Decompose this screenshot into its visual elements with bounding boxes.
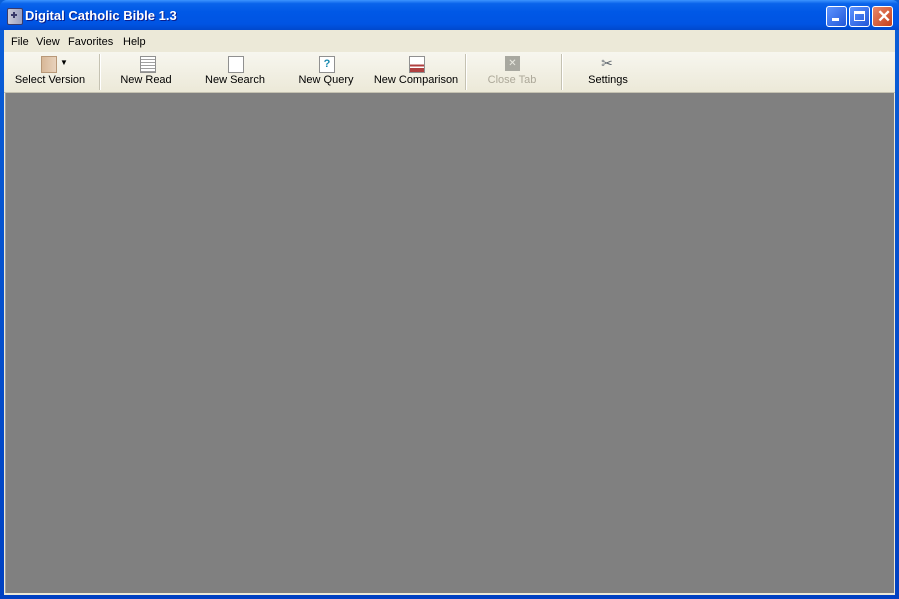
bible-app-icon[interactable] <box>7 8 23 25</box>
window-title: Digital Catholic Bible 1.3 <box>25 8 177 23</box>
close-button[interactable]: ✕ <box>872 6 893 27</box>
tools-icon: ✂ <box>601 55 613 71</box>
menu-favorites[interactable]: Favorites <box>68 36 113 48</box>
toolbar: ▼ Select Version New Read New Search ? N… <box>4 52 895 93</box>
menu-file[interactable]: File <box>11 36 29 48</box>
menu-view[interactable]: View <box>36 36 60 48</box>
maximize-icon <box>854 11 865 21</box>
new-query-button[interactable]: ? New Query <box>291 52 361 92</box>
new-search-button[interactable]: New Search <box>199 52 271 92</box>
menu-help[interactable]: Help <box>123 36 146 48</box>
close-tab-label: Close Tab <box>487 74 537 86</box>
minimize-button[interactable] <box>826 6 847 27</box>
workspace-area <box>5 93 894 593</box>
new-read-label: New Read <box>120 74 172 86</box>
client-area: File View Favorites Help ▼ Select Versio… <box>4 30 895 595</box>
new-read-button[interactable]: New Read <box>111 52 181 92</box>
settings-label: Settings <box>588 74 628 86</box>
document-icon <box>140 56 156 73</box>
question-icon: ? <box>319 56 335 73</box>
menu-bar: File View Favorites Help <box>4 30 895 52</box>
magnifier-icon <box>228 56 244 73</box>
minimize-icon <box>832 18 839 21</box>
settings-button[interactable]: ✂ Settings <box>574 52 642 92</box>
new-comparison-button[interactable]: New Comparison <box>372 52 460 92</box>
toolbar-separator <box>99 54 101 90</box>
compare-icon <box>409 56 425 73</box>
close-tab-button[interactable]: ✕ Close Tab <box>476 52 548 92</box>
toolbar-separator <box>465 54 467 90</box>
select-version-label: Select Version <box>14 74 86 86</box>
book-icon <box>41 56 57 73</box>
close-icon: ✕ <box>877 7 892 26</box>
new-query-label: New Query <box>298 74 354 86</box>
maximize-button[interactable] <box>849 6 870 27</box>
new-comparison-label: New Comparison <box>373 74 459 86</box>
app-window: Digital Catholic Bible 1.3 ✕ File View F… <box>0 0 899 599</box>
select-version-button[interactable]: ▼ Select Version <box>10 52 90 92</box>
title-bar[interactable]: Digital Catholic Bible 1.3 ✕ <box>0 0 899 30</box>
close-tab-icon: ✕ <box>505 56 520 71</box>
new-search-label: New Search <box>205 74 265 86</box>
toolbar-separator <box>561 54 563 90</box>
dropdown-arrow-icon[interactable]: ▼ <box>60 58 68 67</box>
